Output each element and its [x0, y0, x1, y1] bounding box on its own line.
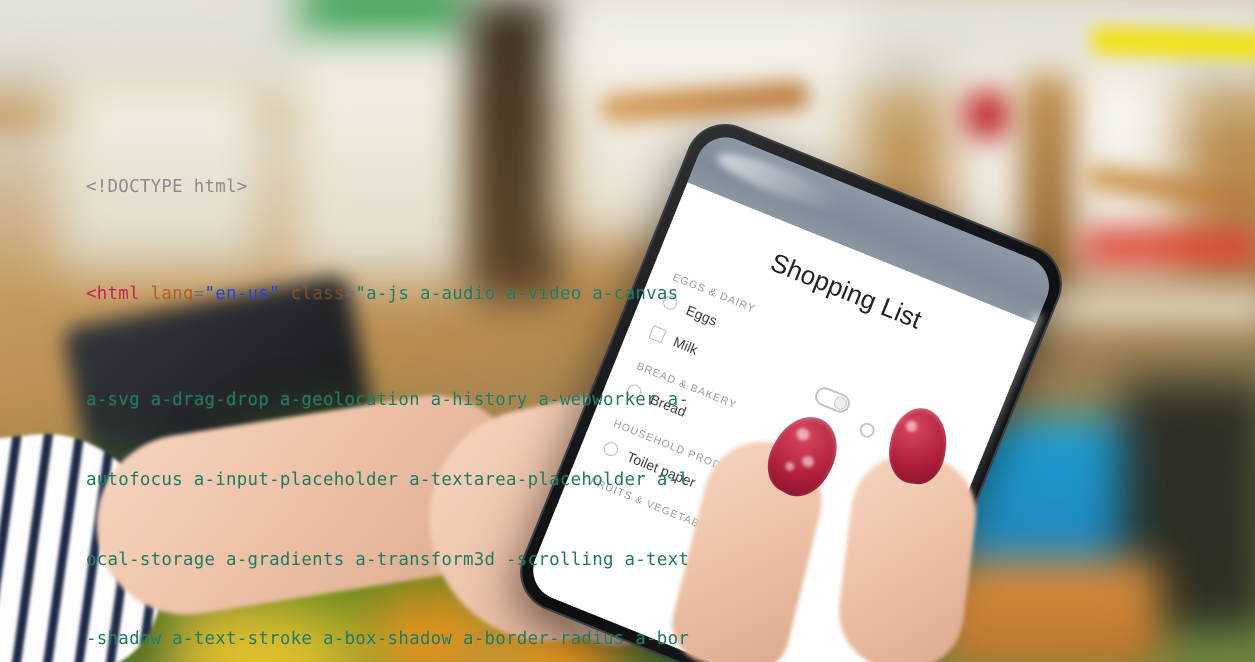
package-red-stripe-right — [1080, 230, 1255, 264]
code-line-doctype: <!DOCTYPE html> — [86, 177, 248, 198]
code-line-classes-5: -shadow a-text-stroke a-box-shadow a-bor… — [86, 629, 690, 650]
toggle-knob — [831, 394, 849, 412]
code-line-classes-3: autofocus a-input-placeholder a-textarea… — [86, 469, 690, 490]
package-red-dots — [963, 90, 1013, 140]
code-line-classes-2: a-svg a-drag-drop a-geolocation a-histor… — [86, 389, 690, 410]
html-source-overlay: <!DOCTYPE html> <html lang="en-us" class… — [86, 121, 706, 662]
code-line-html-open: <html lang="en-us" class="a-js a-audio a… — [86, 283, 679, 304]
code-line-classes-4: ocal-storage a-gradients a-transform3d -… — [86, 549, 690, 570]
package-orange-right — [940, 560, 1160, 662]
